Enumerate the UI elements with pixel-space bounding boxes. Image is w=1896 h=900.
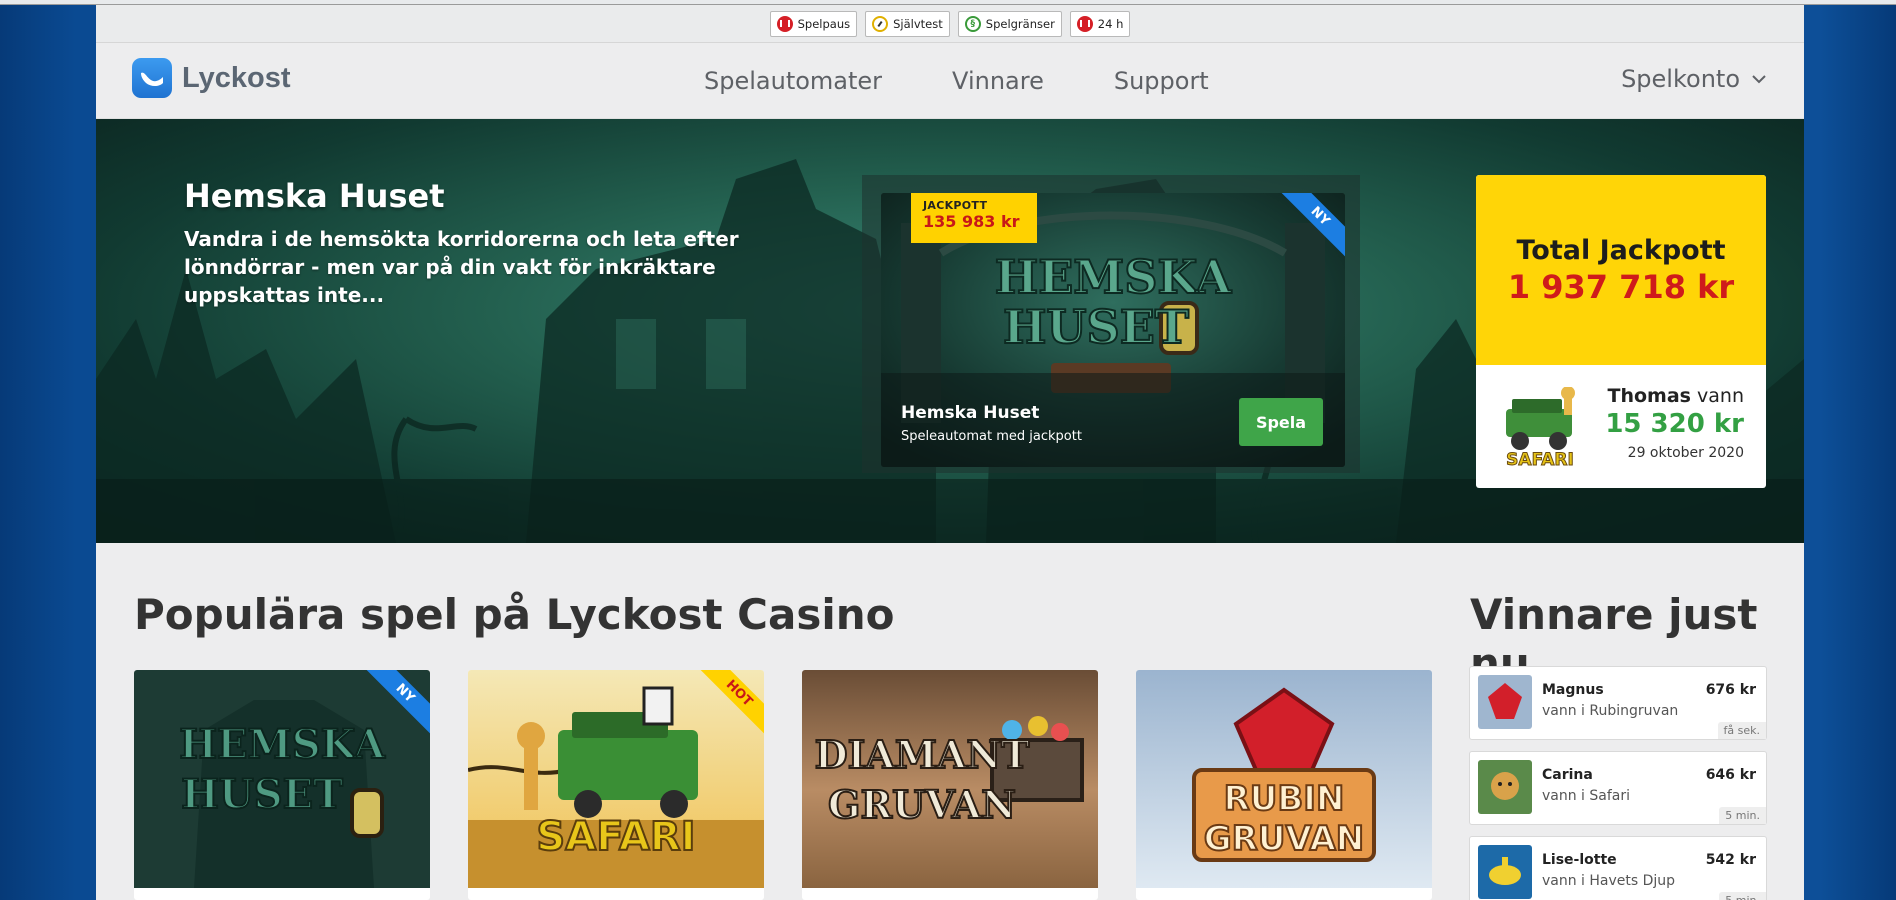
featured-game-name: Hemska Huset — [901, 403, 1040, 423]
winner-name: Carina — [1542, 767, 1593, 783]
logo-text: Lyckost — [182, 61, 291, 94]
jackpot-winner-info: Thomas vann 15 320 kr 29 oktober 2020 — [1605, 385, 1744, 461]
featured-art-line-1: HEMSKA — [995, 250, 1233, 304]
featured-jackpot-label: JACKPOTT — [923, 199, 988, 212]
game-card-diamantgruvan[interactable]: DIAMANT GRUVAN — [802, 670, 1098, 900]
hero-text: Hemska Huset Vandra i de hemsökta korrid… — [184, 177, 744, 309]
pause-icon — [776, 15, 793, 32]
total-jackpot-amount: 1 937 718 kr — [1507, 267, 1735, 306]
pause-24h-button[interactable]: 24 h — [1069, 10, 1131, 37]
rubin-art-line-2: GRUVAN — [1204, 819, 1364, 859]
diamantgruvan-art: DIAMANT GRUVAN — [802, 670, 1098, 888]
hot-ribbon: HOT — [700, 670, 764, 734]
winner-name: Lise-lotte — [1542, 852, 1617, 868]
jackpot-winner-verb: vann — [1697, 385, 1744, 407]
rubin-art-line-1: RUBIN — [1224, 779, 1345, 819]
game-card-rubingruvan[interactable]: RUBIN GRUVAN — [1136, 670, 1432, 900]
hemska-art-line-1: HEMSKA — [179, 721, 386, 768]
play-button[interactable]: Spela — [1239, 398, 1323, 446]
game-card-safari[interactable]: SAFARI HOT — [468, 670, 764, 900]
jackpot-win-date: 29 oktober 2020 — [1627, 445, 1744, 461]
sjalvtest-button[interactable]: Självtest — [865, 10, 950, 37]
diamant-art-line-1: DIAMANT — [815, 732, 1030, 777]
winner-game: vann i Havets Djup — [1542, 873, 1676, 889]
new-ribbon-label: NY — [1281, 193, 1345, 257]
winner-row[interactable]: Carina vann i Safari 646 kr 5 min. — [1469, 751, 1767, 825]
main-nav: Spelautomater Vinnare Support — [704, 43, 1209, 119]
winner-name: Magnus — [1542, 682, 1604, 698]
account-menu[interactable]: Spelkonto — [1621, 65, 1766, 93]
featured-art-line-2: HUSET — [1003, 300, 1189, 354]
featured-jackpot-badge: JACKPOTT 135 983 kr — [911, 193, 1037, 243]
site-logo[interactable]: Lyckost — [132, 58, 291, 98]
jackpot-winner-line: Thomas vann — [1605, 385, 1745, 407]
hero-banner: Hemska Huset Vandra i de hemsökta korrid… — [96, 119, 1804, 543]
account-label: Spelkonto — [1621, 65, 1740, 93]
hot-ribbon-label: HOT — [700, 670, 764, 734]
hero-description: Vandra i de hemsökta korridorerna och le… — [184, 227, 739, 307]
featured-jackpot-value: 135 983 kr — [923, 212, 1020, 231]
winner-amount: 676 kr — [1705, 682, 1756, 698]
gauge-icon — [872, 15, 889, 32]
site-container: Spelpaus Självtest § Spelgränser 24 h Ly… — [96, 5, 1804, 900]
diamant-art-line-2: GRUVAN — [828, 782, 1016, 827]
site-header: Lyckost Spelautomater Vinnare Support Sp… — [96, 43, 1804, 119]
main-content: Populära spel på Lyckost Casino Vinnare … — [96, 543, 1804, 900]
spelpaus-button[interactable]: Spelpaus — [769, 10, 858, 37]
hemska-art-line-2: HUSET — [181, 771, 343, 818]
pause-icon — [1076, 15, 1093, 32]
safari-thumb — [1478, 760, 1532, 814]
total-jackpot-title: Total Jackpott — [1516, 234, 1726, 266]
responsible-gaming-bar: Spelpaus Självtest § Spelgränser 24 h — [96, 5, 1804, 43]
winner-time: 5 min. — [1719, 807, 1766, 824]
popular-games-title: Populära spel på Lyckost Casino — [134, 590, 895, 639]
chevron-down-icon — [1752, 75, 1766, 84]
safari-game-thumbnail: SAFARI — [1506, 387, 1575, 469]
safari-art-text: SAFARI — [1506, 450, 1574, 469]
total-jackpot-card: Total Jackpott 1 937 718 kr SAFARI Thoma… — [1476, 175, 1766, 488]
nav-support[interactable]: Support — [1114, 67, 1209, 95]
sjalvtest-label: Självtest — [893, 16, 943, 31]
featured-game-subtitle: Speleautomat med jackpott — [901, 429, 1082, 444]
featured-game-card[interactable]: HEMSKA HUSET JACKPOTT 135 983 kr NY Hems… — [881, 193, 1345, 467]
limit-icon: § — [964, 15, 981, 32]
winner-row[interactable]: Lise-lotte vann i Havets Djup 542 kr 5 m… — [1469, 836, 1767, 900]
logo-mark-icon — [132, 58, 172, 98]
latest-jackpot-winner[interactable]: SAFARI Thomas vann 15 320 kr 29 oktober … — [1476, 365, 1766, 488]
rubingruvan-art: RUBIN GRUVAN — [1136, 670, 1432, 888]
winner-game: vann i Rubingruvan — [1542, 703, 1679, 719]
nav-spelautomater[interactable]: Spelautomater — [704, 67, 882, 95]
total-jackpot-header: Total Jackpott 1 937 718 kr — [1476, 175, 1766, 365]
safari-card-art-text: SAFARI — [536, 814, 695, 860]
rubingruvan-thumb — [1478, 675, 1532, 729]
game-card-hemska-huset[interactable]: HEMSKA HUSET NY — [134, 670, 430, 900]
new-ribbon: NY — [1281, 193, 1345, 257]
nav-vinnare[interactable]: Vinnare — [952, 67, 1044, 95]
jackpot-win-amount: 15 320 kr — [1605, 409, 1744, 439]
havets-djup-thumb — [1478, 845, 1532, 899]
hero-title: Hemska Huset — [184, 177, 445, 215]
jackpot-winner-name: Thomas — [1607, 385, 1691, 407]
new-ribbon-label: NY — [366, 670, 430, 734]
winner-row[interactable]: Magnus vann i Rubingruvan 676 kr få sek. — [1469, 666, 1767, 740]
spelgranser-label: Spelgränser — [985, 16, 1055, 31]
winner-time: få sek. — [1717, 722, 1766, 739]
pause-24h-label: 24 h — [1097, 16, 1124, 31]
winner-game: vann i Safari — [1542, 788, 1631, 804]
winner-amount: 646 kr — [1705, 767, 1756, 783]
winner-amount: 542 kr — [1705, 852, 1756, 868]
spelgranser-button[interactable]: § Spelgränser — [957, 10, 1062, 37]
winner-time: 5 min. — [1719, 892, 1766, 900]
spelpaus-label: Spelpaus — [797, 16, 851, 31]
new-ribbon: NY — [366, 670, 430, 734]
